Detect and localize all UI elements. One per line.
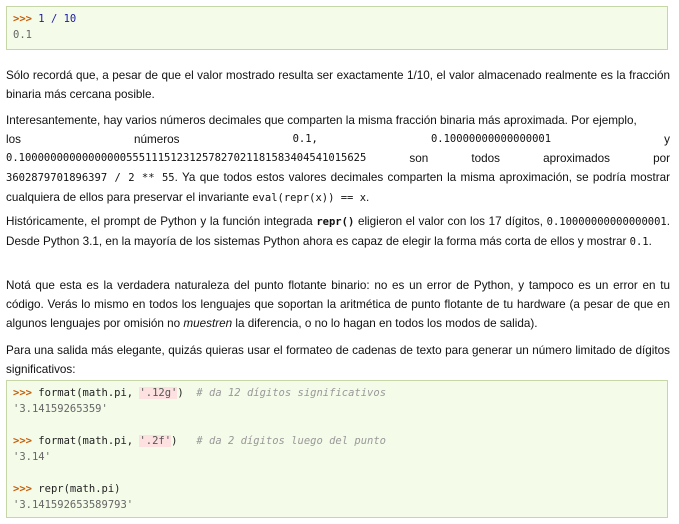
inline-code: 3602879701896397 / 2 ** 55 xyxy=(6,172,175,184)
para3-text-1: Históricamente, el prompt de Python y la… xyxy=(6,215,317,228)
para2-word: números xyxy=(134,133,180,146)
code-line-format-12g: >>> format(math.pi, '.12g') # da 12 dígi… xyxy=(13,385,661,401)
para2-word: y xyxy=(664,133,670,146)
para3-text-2: eligieron el valor con los 17 dígitos, xyxy=(354,215,547,228)
code-paren: ) xyxy=(171,435,178,447)
emphasis-text: muestren xyxy=(183,317,233,330)
code-call: repr(math.pi) xyxy=(38,483,121,495)
code-comment: # da 12 dígitos significativos xyxy=(196,387,387,399)
para2-line-2: los números 0.1, 0.10000000000000001 y xyxy=(6,130,670,149)
code-input: 1 / 10 xyxy=(38,13,77,25)
python-prompt: >>> xyxy=(13,435,32,447)
code-line-format-2f: >>> format(math.pi, '.2f') # da 2 dígito… xyxy=(13,433,661,449)
para4-text-2: la diferencia, o no lo hagan en todos lo… xyxy=(232,317,538,330)
para2-word: aproximados xyxy=(543,152,610,165)
paragraph-nature: Notá que esta es la verdadera naturaleza… xyxy=(6,276,670,333)
python-prompt: >>> xyxy=(13,13,32,25)
code-string: '.2f' xyxy=(139,435,172,447)
para3-text-4: . xyxy=(648,235,652,248)
code-output: '3.14' xyxy=(13,451,51,463)
para2-word: por xyxy=(653,152,670,165)
code-call: format(math.pi, xyxy=(38,387,140,399)
inline-code: 0.10000000000000001 xyxy=(546,216,667,228)
para2-word: son xyxy=(409,152,429,165)
code-output: 0.1 xyxy=(13,29,32,41)
inline-code-repr: repr() xyxy=(316,216,355,228)
code-output: '3.141592653589793' xyxy=(13,499,134,511)
code-string: '.12g' xyxy=(139,387,178,399)
para2-text-1: Interesantemente, hay varios números dec… xyxy=(6,114,637,127)
code-block-format: >>> format(math.pi, '.12g') # da 12 dígi… xyxy=(6,380,668,518)
inline-code: eval(repr(x)) == x xyxy=(252,192,367,204)
para2-text-5: . xyxy=(366,191,370,204)
inline-code: 0.10000000000000000555111512312578270211… xyxy=(6,152,367,164)
para2-word: todos xyxy=(471,152,500,165)
paragraph-binary-fraction: Sólo recordá que, a pesar de que el valo… xyxy=(6,69,670,101)
code-input-line: >>> 1 / 10 xyxy=(13,11,661,27)
python-prompt: >>> xyxy=(13,483,32,495)
para2-word: los xyxy=(6,133,21,146)
inline-code: 0.10000000000000001 xyxy=(430,133,552,145)
inline-code: 0.1, xyxy=(292,133,318,145)
paragraph-history: Históricamente, el prompt de Python y la… xyxy=(6,212,670,252)
code-call: format(math.pi, xyxy=(38,435,140,447)
python-prompt: >>> xyxy=(13,387,32,399)
para2-line-3: 0.10000000000000000555111512312578270211… xyxy=(6,149,670,168)
code-output: '3.14159265359' xyxy=(13,403,108,415)
code-block-division: >>> 1 / 10 0.1 xyxy=(6,6,668,50)
inline-code: 0.1 xyxy=(629,236,649,248)
paragraph-elegant-output: Para una salida más elegante, quizás qui… xyxy=(6,344,670,376)
code-comment: # da 2 dígitos luego del punto xyxy=(196,435,387,447)
code-line-repr: >>> repr(math.pi) xyxy=(13,481,661,497)
paragraph-decimal-numbers: Interesantemente, hay varios números dec… xyxy=(6,111,670,208)
code-paren: ) xyxy=(177,387,184,399)
